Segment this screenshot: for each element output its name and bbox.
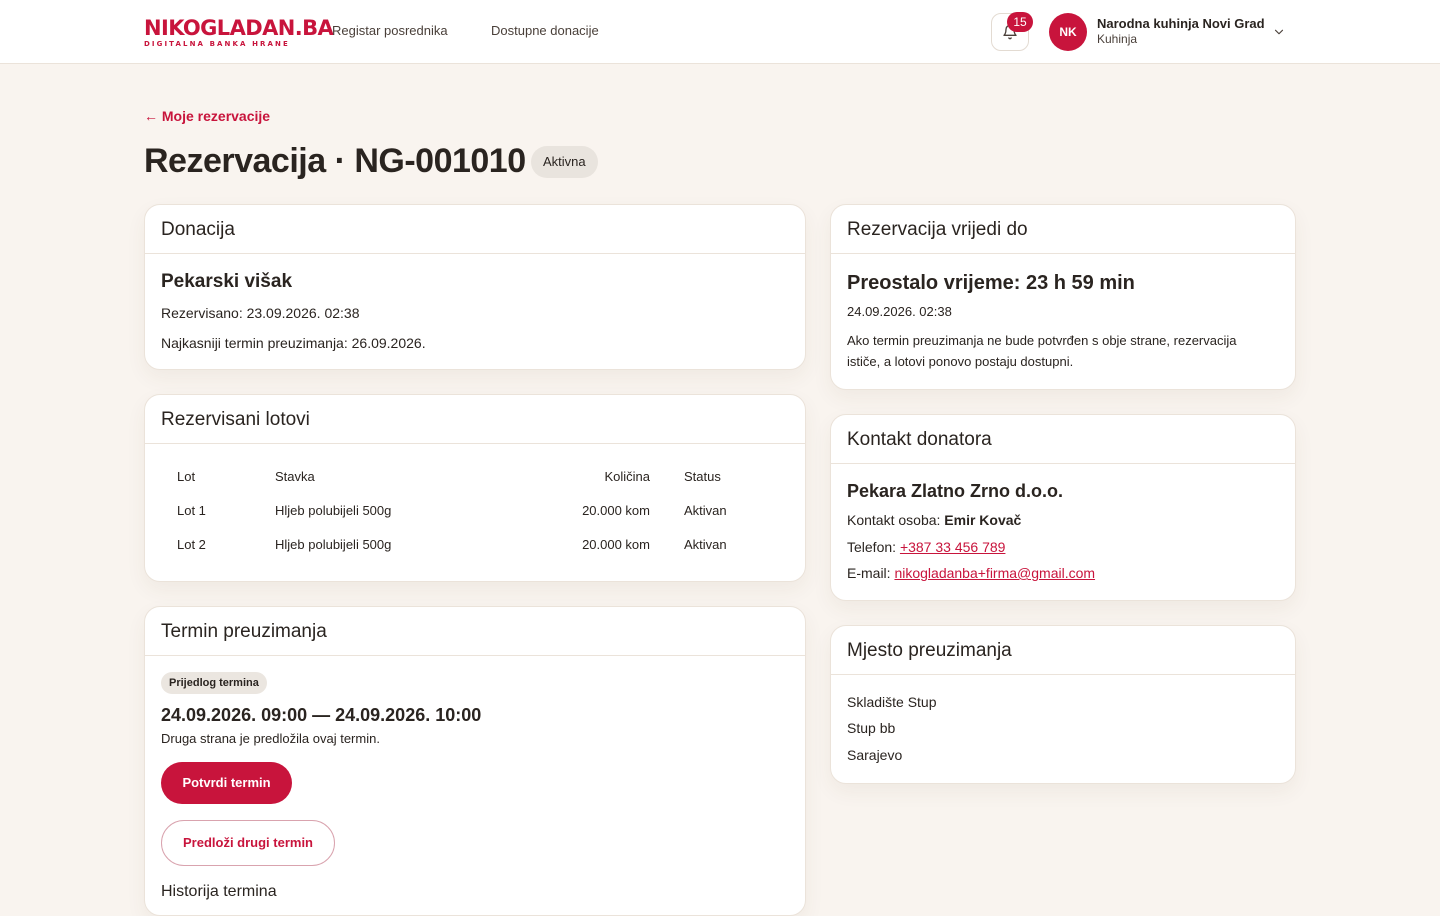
logo-wordmark: NIKOGLADAN.BA <box>144 16 334 40</box>
donor-phone: Telefon: +387 33 456 789 <box>847 539 1006 555</box>
donor-contact-heading: Kontakt donatora <box>831 415 1295 464</box>
notifications-count-badge: 15 <box>1007 12 1033 32</box>
quantity-cell: 20.000 kom <box>582 537 650 552</box>
donor-email: E-mail: nikogladanba+firma@gmail.com <box>847 565 1096 581</box>
confirm-term-button[interactable]: Potvrdi termin <box>161 762 292 804</box>
donation-card-heading: Donacija <box>145 205 805 254</box>
table-row: Lot 2 Hljeb polubijeli 500g 20.000 kom A… <box>177 528 757 562</box>
valid-until-date: 24.09.2026. 02:38 <box>847 304 952 319</box>
donation-name: Pekarski višak <box>161 271 293 292</box>
nav-link-registar-posrednika[interactable]: Registar posrednika <box>332 22 448 40</box>
donor-company-name: Pekara Zlatno Zrno d.o.o. <box>847 481 1064 501</box>
donor-contact-card: Kontakt donatora Pekara Zlatno Zrno d.o.… <box>830 414 1296 601</box>
user-role: Kuhinja <box>1097 32 1138 46</box>
nav-link-dostupne-donacije[interactable]: Dostupne donacije <box>491 22 599 40</box>
column-header-quantity: Količina <box>604 469 650 484</box>
reserved-lots-card: Rezervisani lotovi Lot Stavka Količina S… <box>144 394 806 582</box>
quantity-cell: 20.000 kom <box>582 503 650 518</box>
site-logo[interactable]: NIKOGLADAN.BA DIGITALNA BANKA HRANE <box>144 16 334 48</box>
table-header-row: Lot Stavka Količina Status <box>177 460 757 494</box>
propose-other-term-button[interactable]: Predloži drugi termin <box>161 820 335 866</box>
item-cell: Hljeb polubijeli 500g <box>275 537 392 552</box>
donation-latest-pickup: Najkasniji termin preuzimanja: 26.09.202… <box>161 335 426 351</box>
status-cell: Aktivan <box>684 503 727 518</box>
status-cell: Aktivan <box>684 537 727 552</box>
pickup-place-card: Mjesto preuzimanja Skladište Stup Stup b… <box>830 625 1296 784</box>
donor-email-link[interactable]: nikogladanba+firma@gmail.com <box>894 565 1095 581</box>
page-title: Rezervacija · NG-001010 <box>144 142 526 180</box>
chevron-down-icon[interactable] <box>1272 25 1286 39</box>
user-name[interactable]: Narodna kuhinja Novi Grad <box>1097 16 1265 32</box>
term-history-heading: Historija termina <box>161 883 277 900</box>
pickup-term-note: Druga strana je predložila ovaj termin. <box>161 731 380 746</box>
pickup-term-heading: Termin preuzimanja <box>145 607 805 656</box>
validity-note: Ako termin preuzimanja ne bude potvrđen … <box>847 333 1237 369</box>
pickup-place-line: Sarajevo <box>847 747 903 763</box>
top-navigation-bar: NIKOGLADAN.BA DIGITALNA BANKA HRANE Regi… <box>0 0 1440 64</box>
back-to-reservations-link[interactable]: ← Moje rezervacije <box>144 107 270 125</box>
validity-heading: Rezervacija vrijedi do <box>831 205 1295 254</box>
donation-card: Donacija Pekarski višak Rezervisano: 23.… <box>144 204 806 370</box>
pickup-place-line: Stup bb <box>847 720 896 736</box>
user-avatar[interactable]: NK <box>1049 13 1087 51</box>
remaining-time: Preostalo vrijeme: 23 h 59 min <box>847 272 1135 294</box>
donation-reserved-date: Rezervisano: 23.09.2026. 02:38 <box>161 305 360 321</box>
column-header-item: Stavka <box>275 469 315 484</box>
donor-phone-link[interactable]: +387 33 456 789 <box>900 539 1006 555</box>
pickup-place-heading: Mjesto preuzimanja <box>831 626 1295 675</box>
column-header-lot: Lot <box>177 469 196 484</box>
item-cell: Hljeb polubijeli 500g <box>275 503 392 518</box>
lot-cell: Lot 2 <box>177 537 206 552</box>
donor-contact-person: Kontakt osoba: Emir Kovač <box>847 512 1022 528</box>
pickup-term-card: Termin preuzimanja Prijedlog termina 24.… <box>144 606 806 916</box>
pickup-term-range: 24.09.2026. 09:00 — 24.09.2026. 10:00 <box>161 705 482 725</box>
pickup-place-line: Skladište Stup <box>847 694 937 710</box>
reservation-status-badge: Aktivna <box>531 146 598 178</box>
column-header-status: Status <box>684 469 721 484</box>
table-row: Lot 1 Hljeb polubijeli 500g 20.000 kom A… <box>177 494 757 528</box>
logo-tagline: DIGITALNA BANKA HRANE <box>144 40 290 48</box>
reserved-lots-table: Lot Stavka Količina Status Lot 1 Hljeb p… <box>177 460 757 562</box>
reserved-lots-heading: Rezervisani lotovi <box>145 395 805 444</box>
lot-cell: Lot 1 <box>177 503 206 518</box>
reservation-validity-card: Rezervacija vrijedi do Preostalo vrijeme… <box>830 204 1296 390</box>
term-proposal-badge: Prijedlog termina <box>161 672 267 694</box>
